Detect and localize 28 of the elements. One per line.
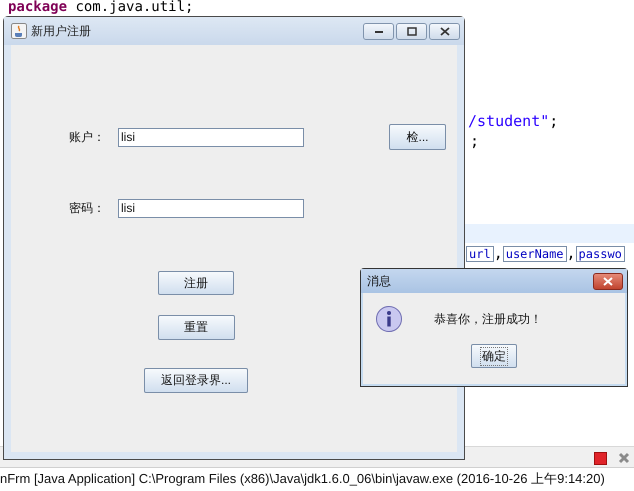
form-button[interactable]: 重置 <box>158 315 234 340</box>
minimize-button[interactable] <box>363 22 394 40</box>
field-label: 密码： <box>69 200 106 216</box>
code-line: url , userName , passwo <box>466 245 625 263</box>
code-line: /student"; <box>468 113 558 130</box>
window-title: 新用户注册 <box>31 22 91 40</box>
code-line: package com.java.util; <box>8 0 194 15</box>
code-line: ; <box>470 133 480 150</box>
close-icon <box>438 26 450 36</box>
close-button[interactable] <box>593 272 623 290</box>
dialog-title: 消息 <box>367 272 391 290</box>
maximize-icon <box>406 26 416 36</box>
ok-button[interactable]: 确定 <box>471 344 517 368</box>
minimize-icon <box>374 28 384 34</box>
input-field[interactable]: lisi <box>118 198 304 218</box>
close-icon <box>602 276 614 286</box>
maximize-button[interactable] <box>396 22 427 40</box>
info-icon <box>375 305 403 333</box>
check-button[interactable]: 检... <box>389 124 446 150</box>
input-field[interactable]: lisi <box>118 128 304 146</box>
remove-icon[interactable] <box>618 452 630 464</box>
field-label: 账户： <box>69 128 106 146</box>
dialog-message: 恭喜你，注册成功！ <box>434 310 542 328</box>
form-button[interactable]: 返回登录界... <box>144 368 248 393</box>
close-button[interactable] <box>429 22 460 40</box>
console-status-text: nFrm [Java Application] C:\Program Files (x86)\Java\jdk1.6.0_06\bin\javaw.exe (2016-10-26 上午9:14:20) <box>0 470 605 488</box>
form-button[interactable]: 注册 <box>158 271 234 295</box>
java-cup-icon <box>11 23 27 39</box>
